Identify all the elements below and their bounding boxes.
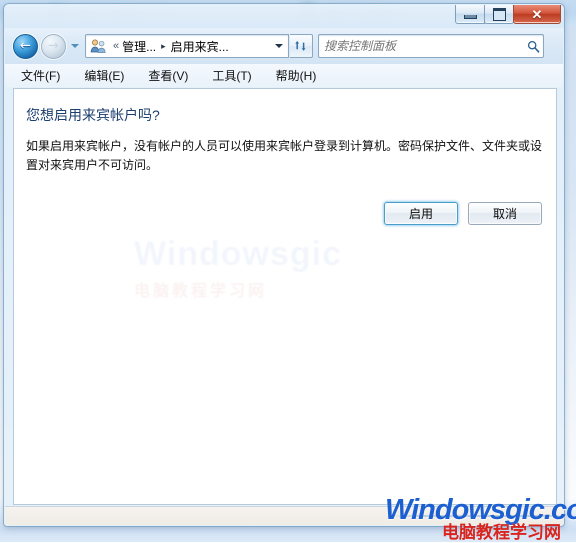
- recent-pages-button[interactable]: [69, 36, 81, 56]
- breadcrumb-separator-icon: ▸: [161, 40, 166, 51]
- faint-background-watermark: Windowsgic 电脑教程学习网: [134, 235, 404, 300]
- menu-bar: 文件(F) 编辑(E) 查看(V) 工具(T) 帮助(H): [5, 64, 563, 87]
- window-caption-buttons: ✕: [455, 5, 561, 25]
- refresh-button[interactable]: [290, 34, 313, 58]
- maximize-button[interactable]: [484, 5, 514, 24]
- breadcrumb-item-manage[interactable]: 管理...: [122, 38, 156, 55]
- minimize-button[interactable]: [455, 5, 485, 24]
- site-watermark: Windowsgic.com 电脑教程学习网: [385, 494, 576, 542]
- search-box[interactable]: [318, 34, 544, 58]
- menu-item-file[interactable]: 文件(F): [19, 65, 62, 86]
- watermark-chinese-text: 电脑教程学习网: [442, 523, 561, 542]
- forward-arrow-icon: →: [48, 38, 59, 54]
- breadcrumb-dropdown-button[interactable]: [271, 37, 286, 55]
- page-title: 您想启用来宾帐户吗?: [26, 107, 160, 123]
- forward-button[interactable]: →: [41, 33, 66, 59]
- menu-item-tools[interactable]: 工具(T): [210, 65, 253, 86]
- minimize-icon: [463, 14, 477, 19]
- breadcrumb-overflow[interactable]: «: [113, 40, 119, 52]
- search-icon[interactable]: [523, 40, 543, 53]
- chevron-down-icon: [274, 44, 283, 48]
- back-button[interactable]: ←: [13, 33, 38, 59]
- close-icon: ✕: [531, 6, 543, 22]
- maximize-icon: [492, 7, 506, 21]
- chevron-down-icon: [71, 44, 79, 48]
- faint-watermark-brand: Windowsgic: [134, 235, 343, 273]
- breadcrumb-item-enable-guest[interactable]: 启用来宾...: [171, 38, 229, 55]
- menu-item-help[interactable]: 帮助(H): [274, 65, 319, 86]
- faint-watermark-chinese: 电脑教程学习网: [134, 283, 268, 300]
- breadcrumb[interactable]: « 管理... ▸ 启用来宾...: [85, 34, 289, 58]
- content-inner: 您想启用来宾帐户吗? 如果启用来宾帐户，没有帐户的人员可以使用来宾帐户登录到计算…: [14, 89, 556, 504]
- control-panel-window: ✕ ← → « 管理... ▸ 启用来宾... 搜索控制面板 文件(F) 编辑(…: [4, 4, 564, 526]
- refresh-icon: [295, 40, 306, 51]
- menu-item-view[interactable]: 查看(V): [146, 65, 190, 86]
- cancel-button[interactable]: 取消: [468, 202, 542, 225]
- action-button-row: 启用 取消: [384, 202, 542, 225]
- user-accounts-icon: [90, 38, 107, 54]
- enable-button[interactable]: 启用: [384, 202, 458, 225]
- page-description: 如果启用来宾帐户，没有帐户的人员可以使用来宾帐户登录到计算机。密码保护文件、文件…: [26, 139, 543, 173]
- back-arrow-icon: ←: [20, 38, 31, 54]
- menu-item-edit[interactable]: 编辑(E): [82, 65, 126, 86]
- content-pane: 您想启用来宾帐户吗? 如果启用来宾帐户，没有帐户的人员可以使用来宾帐户登录到计算…: [13, 88, 557, 505]
- navigation-bar: ← → « 管理... ▸ 启用来宾...: [5, 28, 563, 64]
- search-input[interactable]: [319, 39, 523, 53]
- close-button[interactable]: ✕: [513, 5, 561, 24]
